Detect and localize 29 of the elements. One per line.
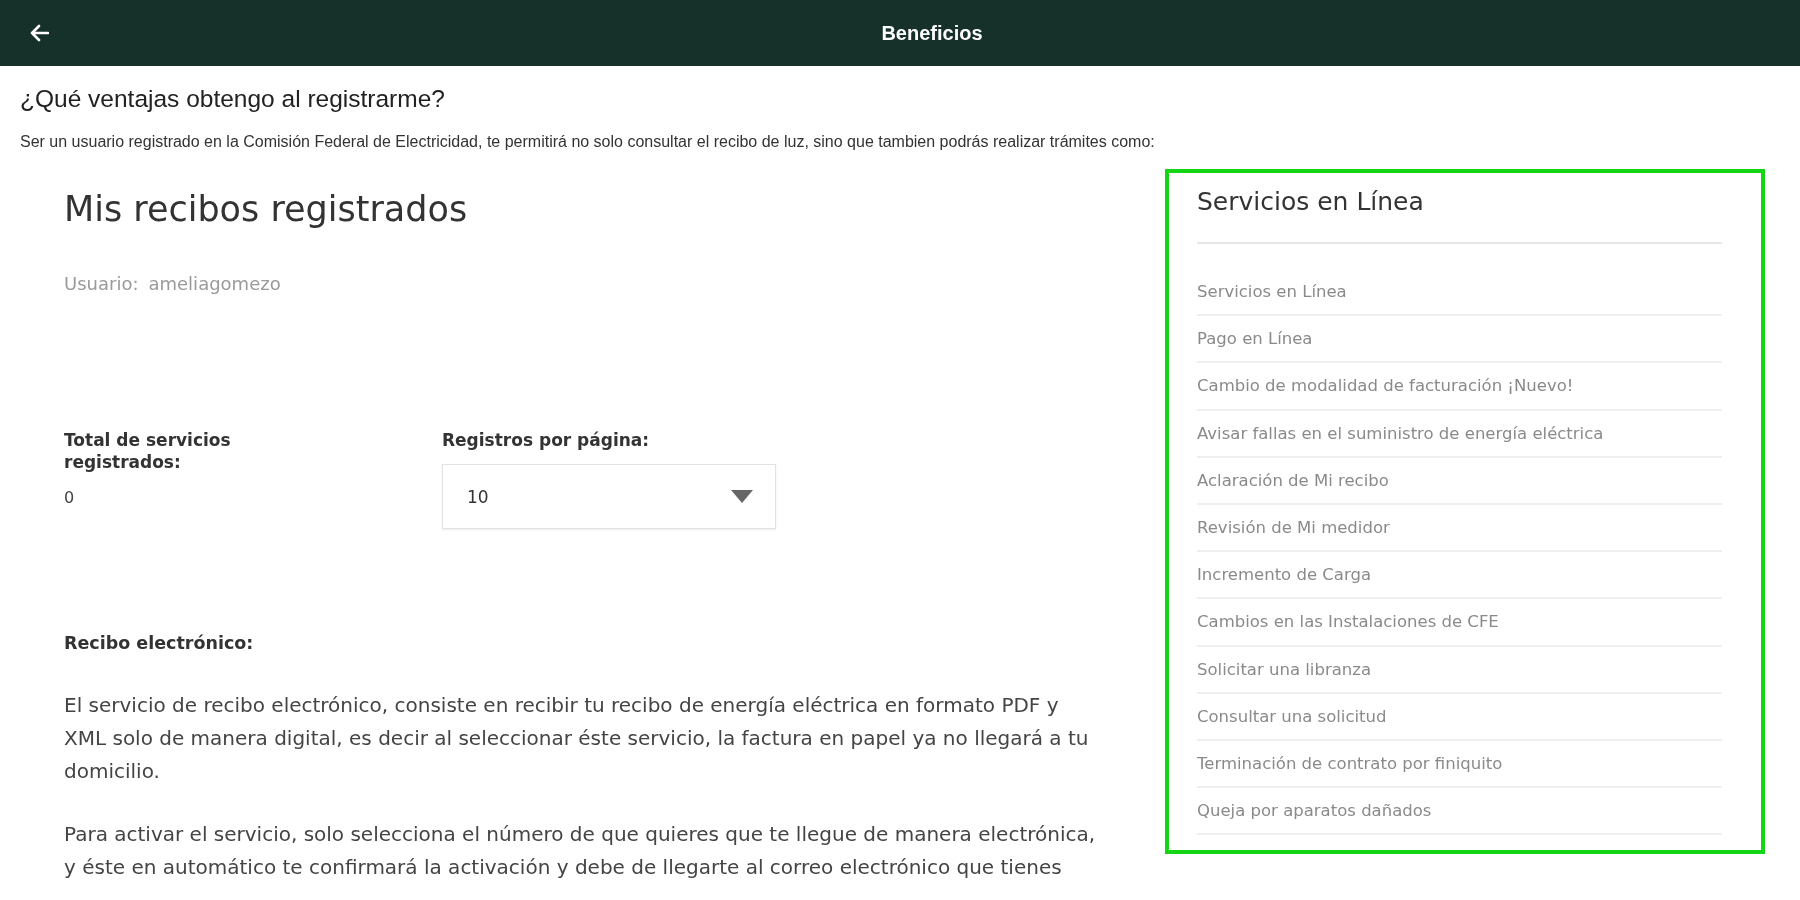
service-link[interactable]: Solicitar una libranza: [1197, 659, 1372, 679]
back-button[interactable]: [28, 22, 50, 44]
service-link[interactable]: Consultar una solicitud: [1197, 706, 1387, 726]
service-link[interactable]: Terminación de contrato por finiquito: [1197, 753, 1503, 773]
question-heading: ¿Qué ventajas obtengo al registrarme?: [20, 86, 446, 112]
service-link[interactable]: Revisión de Mi medidor: [1197, 518, 1390, 538]
intro-text: Ser un usuario registrado en la Comisión Federal de Electricidad, te permitirá no solo consultar el recibo de luz, sino que tambien podrás realizar trámites como:: [20, 133, 1156, 150]
page-title: Beneficios: [881, 21, 983, 45]
receipts-title: Mis recibos registrados: [64, 188, 469, 231]
per-page-label: Registros por página:: [442, 429, 651, 451]
panel-title: Servicios en Línea: [1197, 186, 1722, 244]
electronic-receipt-heading: Recibo electrónico:: [64, 632, 255, 654]
service-link[interactable]: Aclaración de Mi recibo: [1197, 470, 1389, 490]
total-services-value: 0: [64, 487, 76, 509]
user-label: Usuario:: [64, 272, 139, 296]
back-arrow-icon: [29, 24, 49, 42]
user-name: ameliagomezo: [148, 272, 281, 296]
service-link[interactable]: Servicios en Línea: [1197, 282, 1347, 302]
total-services-label: Total de servicios registrados:: [64, 429, 232, 473]
service-link[interactable]: Incremento de Carga: [1197, 565, 1372, 585]
receipt-paragraph: El servicio de recibo electrónico, consiste en recibir tu recibo de energía eléctrica en formato PDF y XML solo de manera digital, es decir al seleccionar éste servicio, la factura en papel ya no llegará a tu domicilio.: [64, 692, 1090, 785]
service-link[interactable]: Cambio de modalidad de facturación ¡Nuevo!: [1197, 376, 1574, 396]
service-link[interactable]: Pago en Línea: [1197, 329, 1313, 349]
per-page-select[interactable]: 10: [442, 464, 776, 529]
receipt-paragraph: Para activar el servicio, solo selecciona el número de que quieres que te llegue de manera electrónica, y éste en automático te confirmará la activación y debe de llegarte al correo electrónico que tienes: [64, 821, 1097, 881]
service-link[interactable]: Cambios en las Instalaciones de CFE: [1197, 612, 1499, 632]
service-link[interactable]: Queja por aparatos dañados: [1197, 801, 1432, 821]
service-link[interactable]: Avisar fallas en el suministro de energía eléctrica: [1197, 423, 1604, 443]
caret-icon: [731, 490, 753, 503]
